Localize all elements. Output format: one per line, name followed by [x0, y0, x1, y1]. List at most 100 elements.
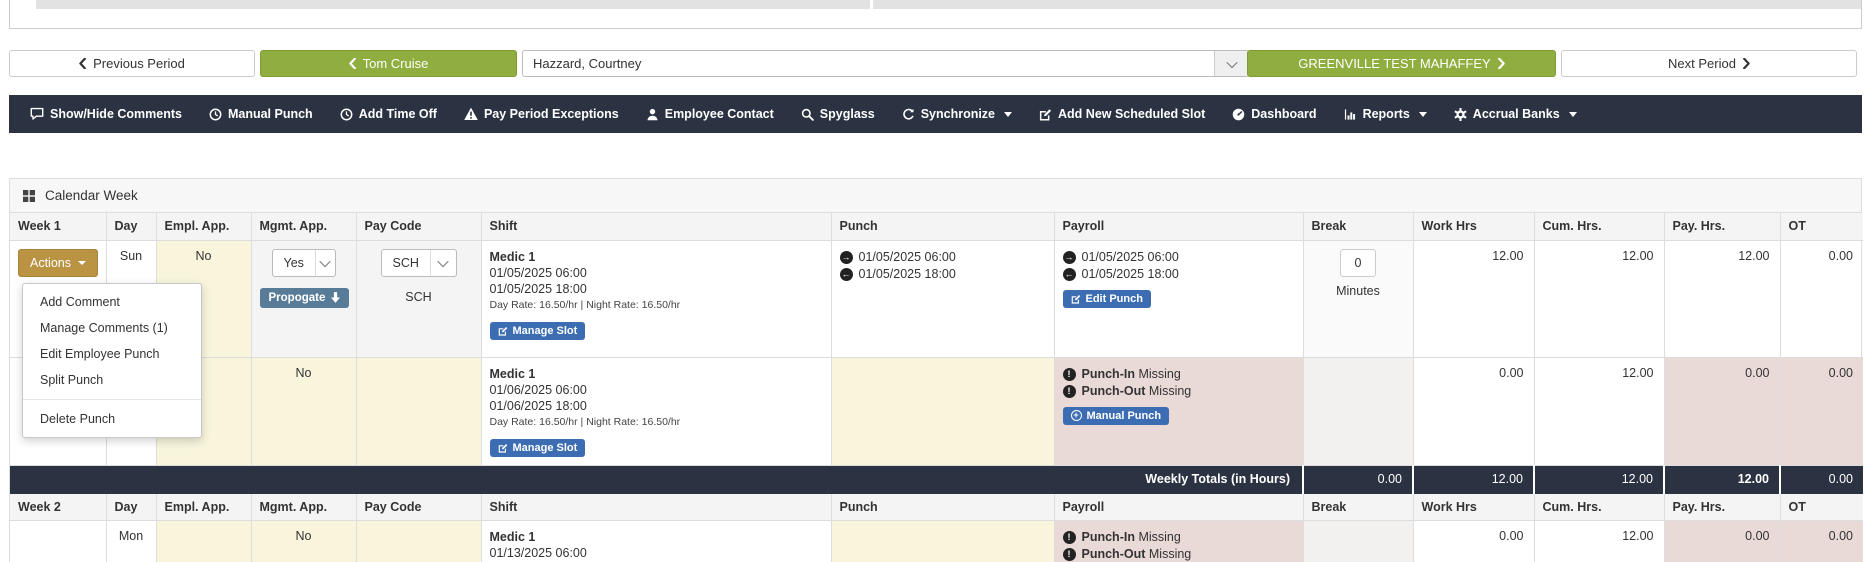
manual-punch-button[interactable]: + Manual Punch: [1063, 407, 1170, 425]
pay-hrs-cell: 0.00: [1664, 520, 1780, 562]
shift-end: 01/06/2025 18:00: [490, 398, 823, 414]
next-employee-label: GREENVILLE TEST MAHAFFEY: [1298, 56, 1490, 71]
cum-hrs-cell: 12.00: [1534, 520, 1664, 562]
col-punch: Punch: [831, 213, 1054, 240]
work-hrs-cell: 0.00: [1413, 357, 1534, 465]
pay-code-cell: [356, 520, 481, 562]
mgmt-approval-select[interactable]: Yes: [272, 249, 336, 277]
menu-item-split-punch[interactable]: Split Punch: [23, 367, 201, 393]
timecard-page: Previous Period Tom Cruise Hazzard, Cour…: [0, 0, 1871, 562]
col-payroll: Payroll: [1054, 493, 1303, 520]
add-new-scheduled-slot-label: Add New Scheduled Slot: [1058, 107, 1205, 121]
caret-down-icon: [1004, 112, 1012, 117]
ot-cell: 0.00: [1780, 520, 1863, 562]
totals-work-hrs: 12.00: [1413, 465, 1534, 493]
select-chevron: [430, 250, 456, 276]
synchronize-button[interactable]: Synchronize: [902, 107, 1012, 121]
punch-out-time: 01/05/2025 18:00: [859, 266, 956, 283]
previous-employee-button[interactable]: Tom Cruise: [260, 50, 517, 77]
edit-icon: [1039, 108, 1052, 121]
next-period-button[interactable]: Next Period: [1561, 50, 1857, 77]
panel-title: Calendar Week: [45, 188, 138, 203]
shift-end: 01/05/2025 18:00: [490, 281, 823, 297]
chevron-down-icon: [438, 255, 449, 266]
add-time-off-button[interactable]: Add Time Off: [340, 107, 437, 121]
manage-slot-button[interactable]: Manage Slot: [490, 439, 586, 457]
dashboard-button[interactable]: Dashboard: [1232, 107, 1316, 121]
pay-code-cell: [356, 357, 481, 465]
employee-select-chevron[interactable]: [1214, 51, 1248, 76]
col-pay-hrs: Pay. Hrs.: [1664, 493, 1780, 520]
col-break: Break: [1303, 493, 1413, 520]
previous-panel-remnant: [9, 0, 1862, 29]
panel-header: Calendar Week: [10, 179, 1861, 213]
menu-item-add-comment[interactable]: Add Comment: [23, 289, 201, 315]
break-minutes-input[interactable]: [1340, 249, 1376, 277]
propogate-label: Propogate: [269, 292, 326, 304]
reports-button[interactable]: Reports: [1344, 107, 1427, 121]
chevron-right-icon: [1498, 58, 1505, 69]
next-employee-button[interactable]: GREENVILLE TEST MAHAFFEY: [1247, 50, 1556, 77]
pay-code-label: SCH: [365, 290, 473, 304]
punch-out-missing-status: Missing: [1149, 547, 1191, 561]
actions-dropdown-menu: Add Comment Manage Comments (1) Edit Emp…: [22, 283, 202, 438]
pay-period-exceptions-button[interactable]: Pay Period Exceptions: [464, 107, 619, 121]
shift-name: Medic 1: [490, 529, 823, 545]
actions-button[interactable]: Actions: [18, 249, 98, 277]
employee-contact-button[interactable]: Employee Contact: [646, 107, 774, 121]
propogate-button[interactable]: Propogate: [260, 288, 350, 308]
manage-slot-button[interactable]: Manage Slot: [490, 322, 586, 340]
synchronize-label: Synchronize: [921, 107, 995, 121]
punch-out-missing-status: Missing: [1149, 384, 1191, 398]
previous-period-button[interactable]: Previous Period: [9, 50, 255, 77]
period-nav: Previous Period Tom Cruise Hazzard, Cour…: [9, 50, 1862, 77]
day-row-mon: No Medic 1 01/06/2025 06:00 01/06/2025 1…: [10, 357, 1863, 465]
chevron-left-icon: [79, 58, 86, 69]
chevron-right-icon: [1743, 58, 1750, 69]
plus-circle-icon: +: [1071, 410, 1082, 421]
manual-punch-label: Manual Punch: [1087, 410, 1162, 422]
person-icon: [646, 108, 659, 121]
col-pay-code: Pay Code: [356, 493, 481, 520]
search-icon: [801, 108, 814, 121]
pay-code-select[interactable]: SCH: [381, 249, 457, 277]
actions-cell: [10, 520, 106, 562]
edit-punch-button[interactable]: Edit Punch: [1063, 290, 1151, 308]
add-new-scheduled-slot-button[interactable]: Add New Scheduled Slot: [1039, 107, 1205, 121]
punch-in-missing-status: Missing: [1138, 530, 1180, 544]
shift-cell: Medic 1 01/13/2025 06:00 01/13/2025 18:0…: [481, 520, 831, 562]
add-time-off-label: Add Time Off: [359, 107, 437, 121]
col-day: Day: [106, 493, 156, 520]
calendar-week-panel: Calendar Week Week 1 Day Empl. App. Mgmt…: [9, 178, 1862, 562]
shift-cell: Medic 1 01/05/2025 06:00 01/05/2025 18:0…: [481, 240, 831, 357]
sync-icon: [902, 108, 915, 121]
info-icon: !: [1063, 531, 1076, 544]
show-hide-comments-button[interactable]: Show/Hide Comments: [30, 107, 182, 121]
accrual-banks-button[interactable]: Accrual Banks: [1454, 107, 1577, 121]
payroll-cell: !Punch-In Missing !Punch-Out Missing + M…: [1054, 520, 1303, 562]
menu-item-delete-punch[interactable]: Delete Punch: [23, 406, 201, 432]
menu-item-edit-employee-punch[interactable]: Edit Employee Punch: [23, 341, 201, 367]
day-cell: Mon: [106, 520, 156, 562]
timecard-table: Week 1 Day Empl. App. Mgmt. App. Pay Cod…: [10, 213, 1863, 562]
cum-hrs-cell: 12.00: [1534, 240, 1664, 357]
col-shift: Shift: [481, 493, 831, 520]
chevron-left-icon: [349, 58, 356, 69]
menu-divider: [23, 399, 201, 400]
col-cum-hrs: Cum. Hrs.: [1534, 493, 1664, 520]
punch-in-missing-label: Punch-In: [1082, 367, 1135, 381]
ot-cell: 0.00: [1780, 240, 1863, 357]
work-hrs-cell: 12.00: [1413, 240, 1534, 357]
mgmt-app-cell: Yes Propogate: [251, 240, 356, 357]
menu-item-manage-comments[interactable]: Manage Comments (1): [23, 315, 201, 341]
break-cell: Minutes: [1303, 240, 1413, 357]
employee-select[interactable]: Hazzard, Courtney: [522, 50, 1249, 77]
spyglass-button[interactable]: Spyglass: [801, 107, 875, 121]
punch-in-missing-label: Punch-In: [1082, 530, 1135, 544]
punch-out-icon: ←: [1063, 268, 1076, 281]
col-break: Break: [1303, 213, 1413, 240]
show-hide-comments-label: Show/Hide Comments: [50, 107, 182, 121]
comment-icon: [30, 107, 44, 121]
shift-rates: Day Rate: 16.50/hr | Night Rate: 16.50/h…: [490, 298, 823, 313]
manual-punch-button[interactable]: Manual Punch: [209, 107, 313, 121]
